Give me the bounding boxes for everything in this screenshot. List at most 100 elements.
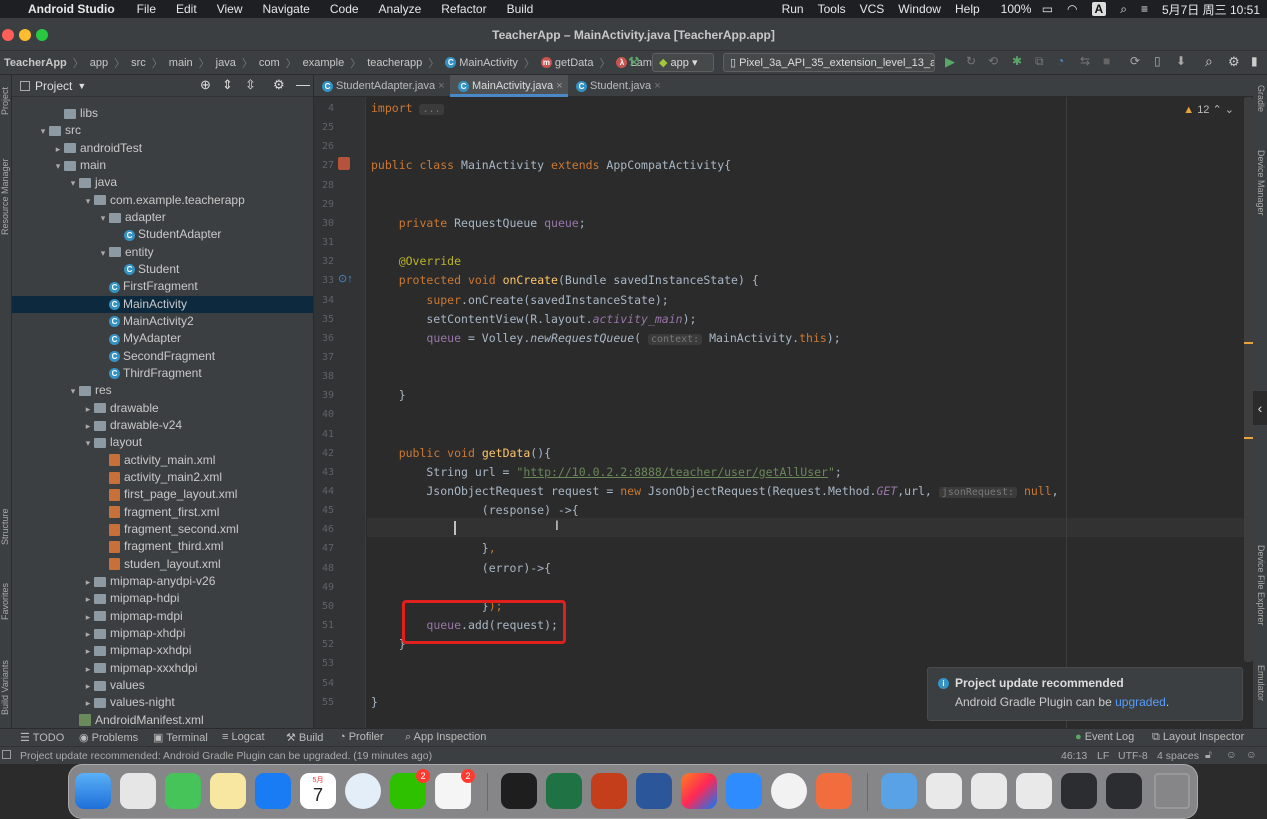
- menu-code[interactable]: Code: [320, 2, 369, 16]
- tree-item[interactable]: ▾ src: [12, 122, 313, 139]
- trash-icon[interactable]: [1154, 773, 1190, 809]
- tree-item[interactable]: C ThirdFragment: [12, 365, 313, 382]
- locate-file-icon[interactable]: ⊕: [200, 77, 211, 93]
- tree-item[interactable]: ▸ mipmap-hdpi: [12, 590, 313, 607]
- lanxin-icon[interactable]: [726, 773, 762, 809]
- chevron-right-icon[interactable]: ▸: [82, 574, 94, 591]
- menu-navigate[interactable]: Navigate: [252, 2, 319, 16]
- recent-window-thumbnail[interactable]: [1106, 773, 1142, 809]
- tree-item[interactable]: ▾ java: [12, 174, 313, 191]
- tree-item[interactable]: C MainActivity: [12, 295, 313, 313]
- device-file-explorer-tool-tab[interactable]: Device File Explorer: [1256, 545, 1266, 626]
- panel-settings-gear-icon[interactable]: ⚙: [273, 77, 285, 93]
- menu-build[interactable]: Build: [497, 2, 544, 16]
- tree-item[interactable]: ▸ values: [12, 677, 313, 694]
- chevron-right-icon[interactable]: ▸: [82, 678, 94, 695]
- chevron-down-icon[interactable]: ▾: [52, 158, 64, 175]
- attach-debugger-icon[interactable]: ⧉: [1035, 54, 1044, 69]
- activity-gutter-icon[interactable]: [338, 157, 350, 170]
- override-gutter-icon[interactable]: ⊙↑: [338, 272, 353, 285]
- tree-item[interactable]: activity_main.xml: [12, 452, 313, 469]
- chevron-down-icon[interactable]: ▾: [82, 435, 94, 452]
- tree-item[interactable]: ▸ mipmap-anydpi-v26: [12, 573, 313, 590]
- more-icon[interactable]: ▮: [1251, 54, 1258, 68]
- warning-stripe[interactable]: [1244, 342, 1253, 344]
- feedback-icon[interactable]: ☺: [1246, 749, 1257, 761]
- messages-icon[interactable]: [165, 773, 201, 809]
- tree-item[interactable]: C StudentAdapter: [12, 226, 313, 243]
- tree-item[interactable]: ▸ values-night: [12, 694, 313, 711]
- upgrade-link[interactable]: upgraded: [1115, 695, 1166, 709]
- tree-item[interactable]: fragment_third.xml: [12, 538, 313, 555]
- word-icon[interactable]: [636, 773, 672, 809]
- breadcrumb-mainactivity[interactable]: C MainActivity: [442, 57, 521, 69]
- menu-vcs[interactable]: VCS: [853, 2, 892, 16]
- menu-run[interactable]: Run: [775, 2, 811, 16]
- menu-help[interactable]: Help: [948, 2, 987, 16]
- tree-item[interactable]: C FirstFragment: [12, 278, 313, 295]
- tree-item[interactable]: first_page_layout.xml: [12, 486, 313, 503]
- tree-item[interactable]: ▸ drawable: [12, 400, 313, 417]
- safari-icon[interactable]: [345, 773, 381, 809]
- wechat-icon[interactable]: 2: [390, 769, 430, 809]
- menu-view[interactable]: View: [207, 2, 253, 16]
- collapse-all-icon[interactable]: ⇳: [245, 77, 256, 93]
- event-log-tool-button[interactable]: ● Event Log: [1075, 731, 1134, 743]
- app-store-icon[interactable]: [255, 773, 291, 809]
- chevron-down-icon[interactable]: ▾: [67, 175, 79, 192]
- device-select[interactable]: ▯ Pixel_3a_API_35_extension_level_13_ar: [723, 53, 935, 72]
- scroll-thumb[interactable]: [1244, 97, 1253, 662]
- breadcrumb-main[interactable]: main: [166, 57, 196, 69]
- favorites-tool-tab[interactable]: Favorites: [0, 583, 10, 620]
- chevron-down-icon[interactable]: ▾: [67, 383, 79, 400]
- menu-refactor[interactable]: Refactor: [431, 2, 496, 16]
- tree-item[interactable]: ▸ androidTest: [12, 140, 313, 157]
- wifi-icon[interactable]: ◠: [1060, 2, 1084, 16]
- tree-item[interactable]: fragment_second.xml: [12, 521, 313, 538]
- tree-item[interactable]: ▸ mipmap-xxxhdpi: [12, 660, 313, 677]
- tree-item[interactable]: ▾ res: [12, 382, 313, 399]
- powerpoint-icon[interactable]: [591, 773, 627, 809]
- recent-window-thumbnail[interactable]: [971, 773, 1007, 809]
- qq-icon[interactable]: 2: [435, 769, 475, 809]
- control-center-icon[interactable]: ≡: [1134, 2, 1155, 16]
- breadcrumb-app[interactable]: app: [87, 57, 111, 69]
- menu-tools[interactable]: Tools: [811, 2, 853, 16]
- recent-window-thumbnail[interactable]: [1061, 773, 1097, 809]
- breadcrumb-project[interactable]: TeacherApp: [0, 57, 70, 69]
- chevron-right-icon[interactable]: ▸: [82, 591, 94, 608]
- project-view-select[interactable]: Project: [35, 79, 72, 93]
- chevron-left-icon[interactable]: ‹: [1253, 391, 1267, 425]
- hide-panel-icon[interactable]: —: [296, 76, 310, 92]
- chevron-right-icon[interactable]: ▸: [82, 609, 94, 626]
- rerun-icon[interactable]: ↻: [966, 54, 976, 68]
- tree-item[interactable]: libs: [12, 105, 313, 122]
- tree-item[interactable]: C MainActivity2: [12, 313, 313, 330]
- tab-mainactivity[interactable]: C MainActivity.java ×: [450, 75, 568, 97]
- close-tab-icon[interactable]: ×: [654, 80, 660, 92]
- structure-tool-tab[interactable]: Structure: [0, 508, 10, 545]
- tree-item[interactable]: ▾ entity: [12, 244, 313, 261]
- menu-window[interactable]: Window: [891, 2, 948, 16]
- next-highlight-icon[interactable]: ⌄: [1225, 104, 1234, 116]
- close-tab-icon[interactable]: ×: [556, 80, 562, 92]
- tree-item[interactable]: C SecondFragment: [12, 348, 313, 365]
- tree-item[interactable]: ▾ main: [12, 157, 313, 174]
- input-method[interactable]: A: [1085, 2, 1114, 16]
- menu-analyze[interactable]: Analyze: [369, 2, 432, 16]
- build-variants-tool-tab[interactable]: Build Variants: [0, 660, 10, 715]
- android-studio-icon[interactable]: [771, 773, 807, 809]
- gradle-tool-tab[interactable]: Gradle: [1256, 85, 1266, 112]
- previous-highlight-icon[interactable]: ⌃: [1213, 104, 1222, 116]
- tree-item[interactable]: AndroidManifest.xml: [12, 712, 313, 729]
- chevron-down-icon[interactable]: ▾: [97, 245, 109, 262]
- notes-icon[interactable]: [210, 773, 246, 809]
- debug-icon[interactable]: ✱: [1012, 54, 1022, 68]
- tree-item[interactable]: fragment_first.xml: [12, 504, 313, 521]
- chevron-right-icon[interactable]: ▸: [82, 401, 94, 418]
- make-project-hammer-icon[interactable]: ⚒: [628, 54, 640, 70]
- expand-all-icon[interactable]: ⇕: [222, 77, 233, 93]
- warning-stripe[interactable]: [1244, 437, 1253, 439]
- chevron-down-icon[interactable]: ▾: [37, 123, 49, 140]
- breadcrumb-teacherapp[interactable]: teacherapp: [364, 57, 425, 69]
